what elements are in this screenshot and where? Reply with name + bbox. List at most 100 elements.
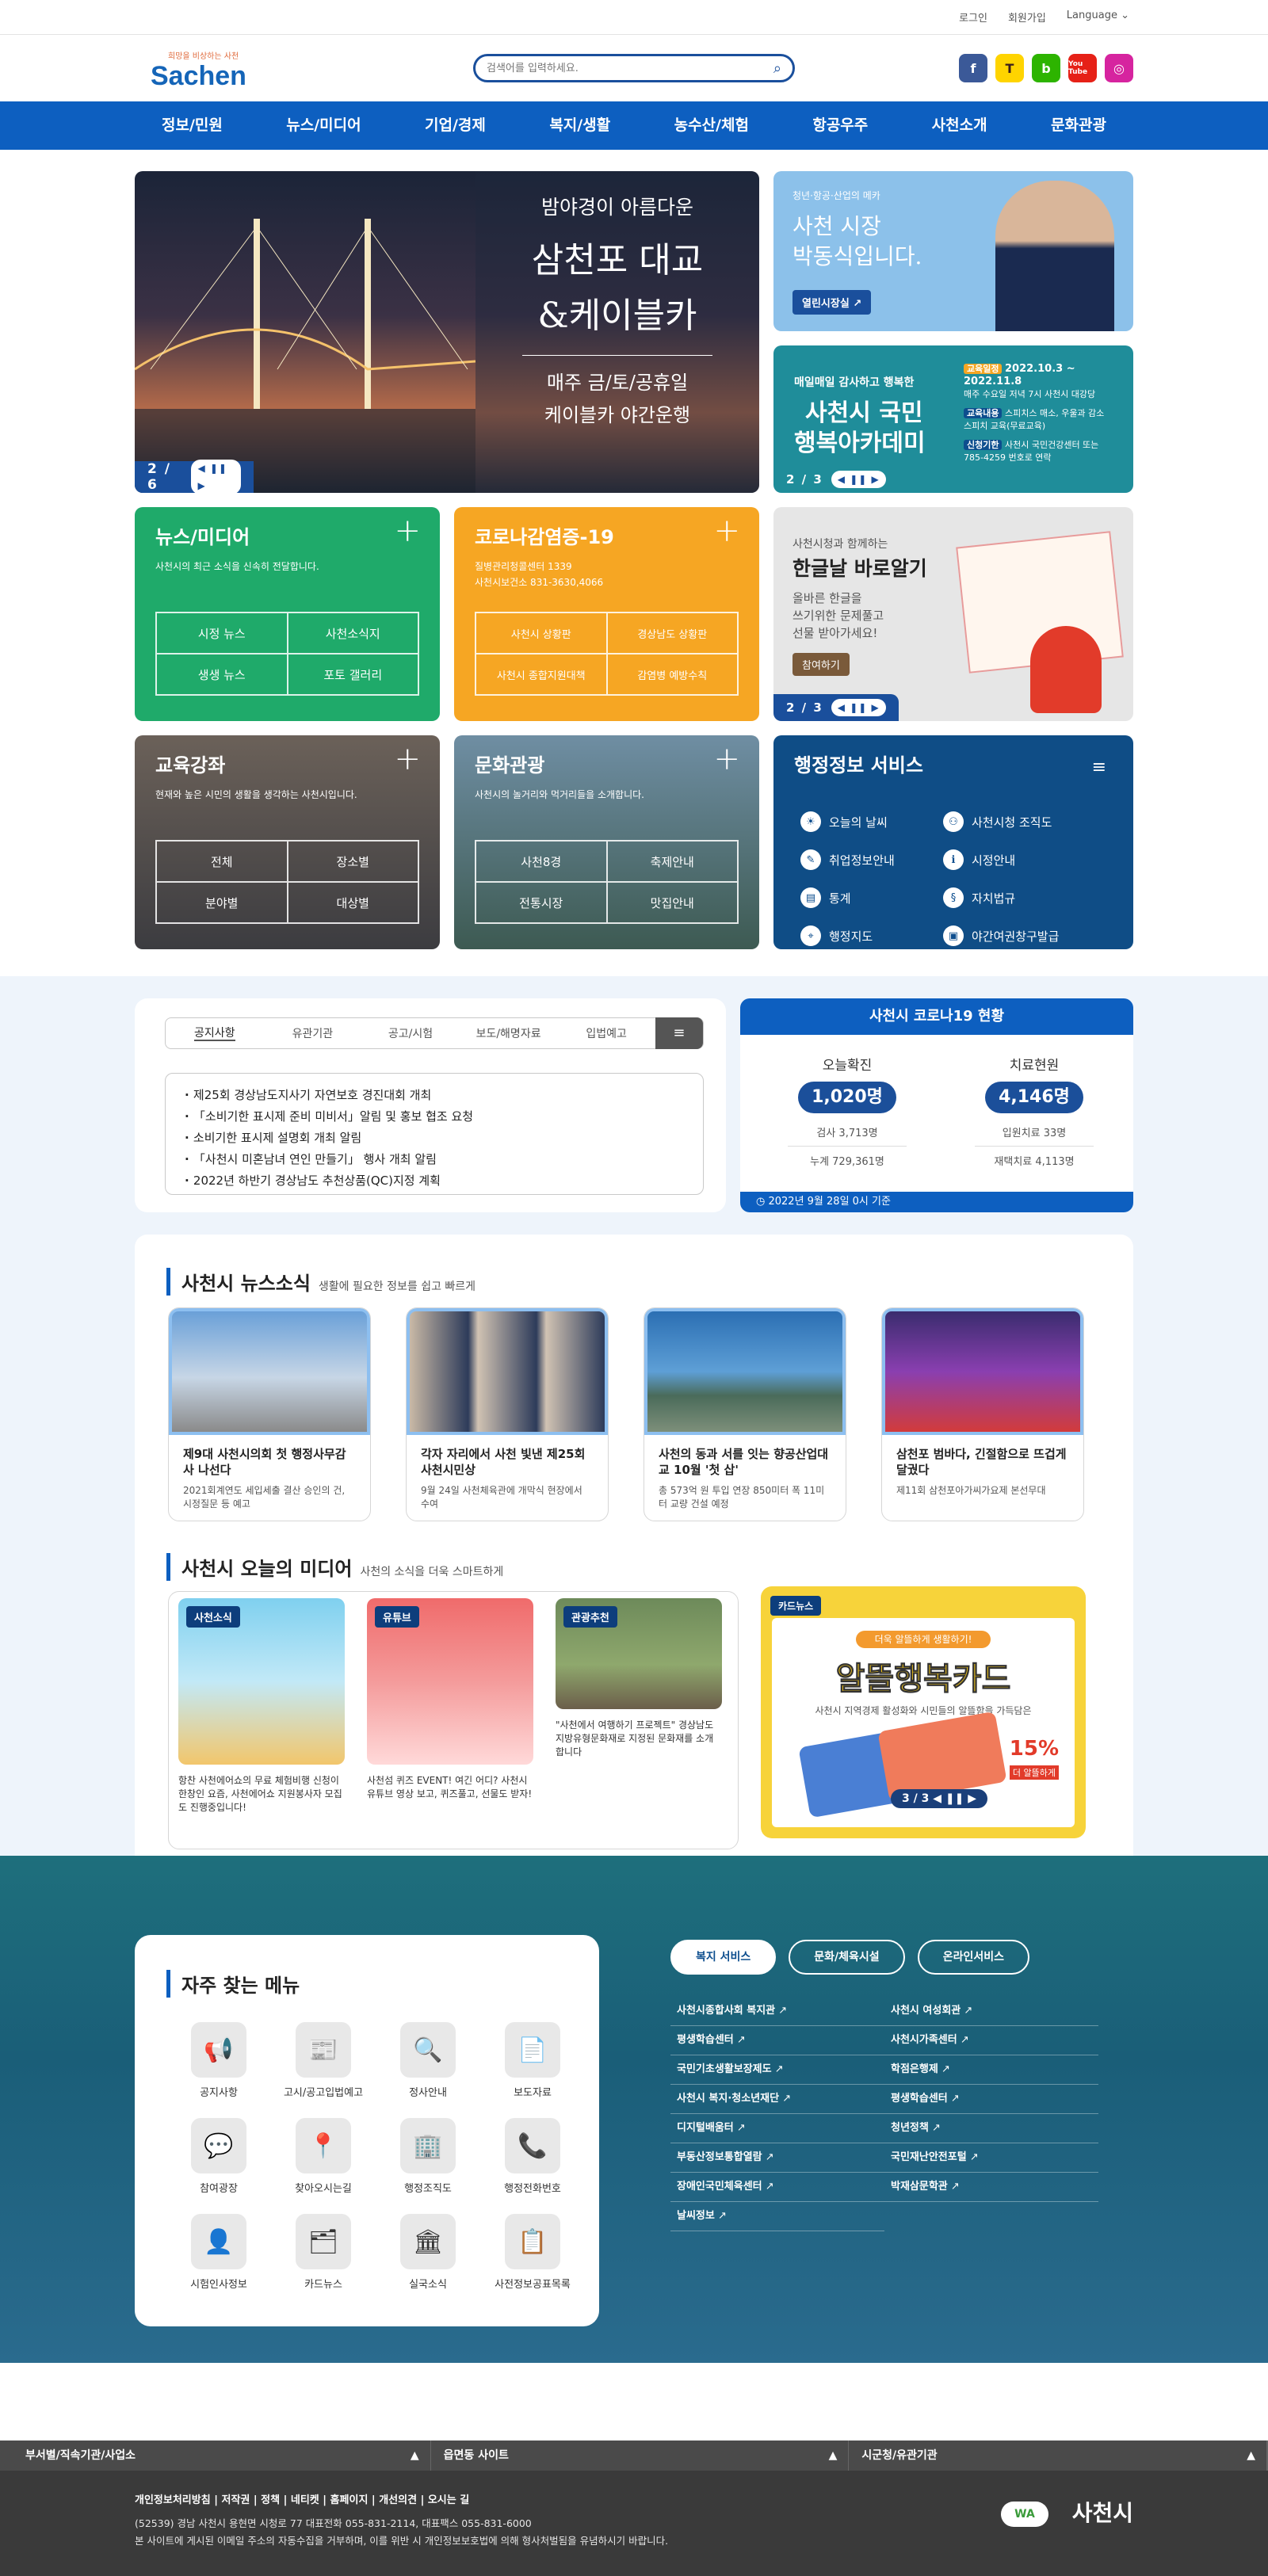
language-link[interactable]: Language ⌄ [1067,10,1129,25]
welfare-link[interactable]: 사천시가족센터 [884,2026,1098,2055]
hangul-join-button[interactable]: 참여하기 [792,653,850,676]
notice-item[interactable]: 제25회 경상남도지사기 자연보호 경진대회 개최 [185,1085,684,1106]
welfare-link[interactable]: 사천시종합사회 복지관 [670,1997,884,2026]
fav-item[interactable]: 📢 공지사항 [166,2022,271,2099]
covid-link[interactable]: 사천시 종합지원대책 [476,654,607,695]
tab-legislation[interactable]: 입법예고 [557,1025,655,1041]
welfare-link[interactable]: 디지털배움터 [670,2114,884,2143]
search-icon[interactable]: ⌕ [773,60,781,77]
search-input[interactable] [487,62,773,74]
mayor-open-office-button[interactable]: 열린시장실 ↗ [792,290,872,315]
covid-link[interactable]: 경상남도 상황판 [606,613,738,654]
welfare-link[interactable]: 날씨정보 [670,2202,884,2231]
notice-item[interactable]: 2022년 하반기 경상남도 추천상품(QC)지정 계획 [185,1170,684,1192]
welfare-link[interactable]: 국민재난안전포털 [884,2143,1098,2173]
site-select[interactable]: 읍면동 사이트 ▲ [431,2441,850,2471]
pager-controls[interactable]: ◀ ❚❚ ▶ [191,460,241,493]
edu-link[interactable]: 분야별 [156,882,288,923]
notice-item[interactable]: 「사천시 미혼남녀 연인 만들기」 행사 개최 알림 [185,1149,684,1170]
plus-icon[interactable]: + [394,743,421,775]
fav-item[interactable]: 📰 고시/공고입법예고 [271,2022,376,2099]
tab-welfare[interactable]: 복지 서비스 [670,1940,777,1975]
hero-banner[interactable]: 밤야경이 아름다운 삼천포 대교 &케이블카 매주 금/토/공휴일 케이블카 야… [135,171,759,493]
media-item[interactable]: 관광추천 "사천에서 여행하기 프로젝트" 경상남도 지방유형문화재로 지정된 … [556,1598,722,1759]
nav-item[interactable]: 사천소개 [921,101,999,150]
edu-link[interactable]: 전체 [156,841,288,882]
fav-item[interactable]: 🗂 카드뉴스 [271,2214,376,2291]
join-link[interactable]: 회원가입 [1008,10,1046,25]
notice-item[interactable]: 소비기한 표시제 설명회 개최 알림 [185,1128,684,1149]
news-link[interactable]: 포토 갤러리 [287,654,418,695]
edu-link[interactable]: 대상별 [287,882,418,923]
fav-item[interactable]: 📋 사전정보공표목록 [480,2214,585,2291]
news-link[interactable]: 생생 뉴스 [156,654,288,695]
news-link[interactable]: 시정 뉴스 [156,613,288,654]
admin-item[interactable]: ℹ 시정안내 [943,849,1086,870]
nav-item[interactable]: 정보/민원 [151,101,234,150]
notice-item[interactable]: 「소비기한 표시제 준비 미비서」알림 및 홍보 협조 요청 [185,1106,684,1128]
admin-item[interactable]: ✎ 취업정보안내 [800,849,943,870]
card-news-banner[interactable]: 카드뉴스 더욱 알뜰하게 생활하기! 알뜰행복카드 사천시 지역경제 활성화와 … [761,1586,1086,1838]
admin-item[interactable]: ⚇ 사천시청 조직도 [943,811,1086,832]
pager-controls[interactable]: ◀ ❚❚ ▶ [831,471,886,488]
tour-link[interactable]: 사천8경 [476,841,607,882]
welfare-link[interactable]: 청년정책 [884,2114,1098,2143]
fav-item[interactable]: 📍 찾아오시는길 [271,2118,376,2195]
media-item[interactable]: 유튜브 사천섬 퀴즈 EVENT! 여긴 어디? 사천시 유튜브 영상 보고, … [367,1598,533,1801]
fav-item[interactable]: 🏢 행정조직도 [376,2118,480,2195]
login-link[interactable]: 로그인 [959,10,987,25]
media-item[interactable]: 사천소식 항찬 사천에어쇼의 무료 체험비행 신청이 한창인 요즘, 사천에어쇼… [178,1598,345,1815]
admin-item[interactable]: ▣ 야간여권창구발급 [943,925,1086,946]
plus-icon[interactable]: + [394,515,421,547]
tour-link[interactable]: 축제안내 [606,841,738,882]
nav-item[interactable]: 기업/경제 [414,101,497,150]
welfare-link[interactable]: 부동산정보통합열람 [670,2143,884,2173]
youtube-icon[interactable]: You Tube [1068,54,1097,82]
tab-announce[interactable]: 공고/시험 [361,1025,460,1041]
fav-item[interactable]: 📄 보도자료 [480,2022,585,2099]
news-card[interactable]: 제9대 사천시의회 첫 행정사무감사 나선다 2021회계연도 세입세출 결산 … [168,1307,371,1521]
fav-item[interactable]: 💬 참여광장 [166,2118,271,2195]
hamburger-menu-icon[interactable]: ≡ [1092,758,1106,777]
news-card[interactable]: 삼천포 범바다, 긴절함으로 뜨겁게 달궜다 제11회 삼천포아가씨가요제 본선… [881,1307,1084,1521]
nav-item[interactable]: 항공우주 [801,101,879,150]
blog-icon[interactable]: b [1032,54,1060,82]
pager-controls[interactable]: ◀ ❚❚ ▶ [933,1792,976,1805]
academy-banner[interactable]: 매일매일 감사하고 행복한 사천시 국민 행복아카데미 교육일정 2022.10… [773,345,1133,493]
footer-menu[interactable]: 개인정보처리방침 | 저작권 | 정책 | 네티켓 | 홈페이지 | 개선의견 … [135,2491,469,2506]
welfare-link[interactable]: 평생학습센터 [670,2026,884,2055]
news-card[interactable]: 사천의 동과 서를 잇는 향공산업대교 10월 '첫 삽' 총 573억 원 투… [644,1307,846,1521]
welfare-link[interactable]: 장애인국민체육센터 [670,2173,884,2202]
covid-link[interactable]: 감염병 예방수칙 [606,654,738,695]
welfare-link[interactable]: 국민기초생활보장제도 [670,2055,884,2085]
mayor-banner[interactable]: 청년·항공·산업의 메카 사천 시장 박동식입니다. 열린시장실 ↗ [773,171,1133,331]
instagram-icon[interactable]: ◎ [1105,54,1133,82]
site-logo[interactable]: 희망을 비상하는 사천 Sachen [151,49,281,95]
pager-controls[interactable]: ◀ ❚❚ ▶ [831,699,886,716]
nav-item[interactable]: 복지/생활 [538,101,621,150]
admin-item[interactable]: ▤ 통계 [800,887,943,908]
site-select[interactable]: 시군청/유관기관 ▲ [849,2441,1268,2471]
tab-related[interactable]: 유관기관 [264,1025,362,1041]
fav-item[interactable]: 🔍 정사안내 [376,2022,480,2099]
tab-online-service[interactable]: 온라인서비스 [917,1940,1029,1975]
news-card[interactable]: 각자 자리에서 사천 빛낸 제25회 사천시민상 9월 24일 사천체육관에 개… [406,1307,609,1521]
welfare-link[interactable]: 학점은행제 [884,2055,1098,2085]
admin-item[interactable]: § 자치법규 [943,887,1086,908]
edu-link[interactable]: 장소별 [287,841,418,882]
admin-item[interactable]: ☀ 오늘의 날씨 [800,811,943,832]
welfare-link[interactable]: 사천시 여성회관 [884,1997,1098,2026]
kakaotalk-icon[interactable]: T [995,54,1024,82]
tab-press[interactable]: 보도/해명자료 [460,1025,558,1041]
tour-link[interactable]: 전통시장 [476,882,607,923]
nav-item[interactable]: 뉴스/미디어 [275,101,372,150]
plus-icon[interactable]: + [713,743,740,775]
more-menu-icon[interactable]: ≡ [655,1017,703,1049]
welfare-link[interactable]: 박재삼문학관 [884,2173,1098,2202]
welfare-link[interactable]: 평생학습센터 [884,2085,1098,2114]
welfare-link[interactable]: 사천시 복지·청소년재단 [670,2085,884,2114]
nav-item[interactable]: 농수산/체험 [663,101,760,150]
fav-item[interactable]: 🏛 실국소식 [376,2214,480,2291]
fav-item[interactable]: 📞 행정전화번호 [480,2118,585,2195]
hangul-banner[interactable]: 사천시청과 함께하는 한글날 바로알기 올바른 한글을 쓰기위한 문제풀고 선물… [773,507,1133,721]
